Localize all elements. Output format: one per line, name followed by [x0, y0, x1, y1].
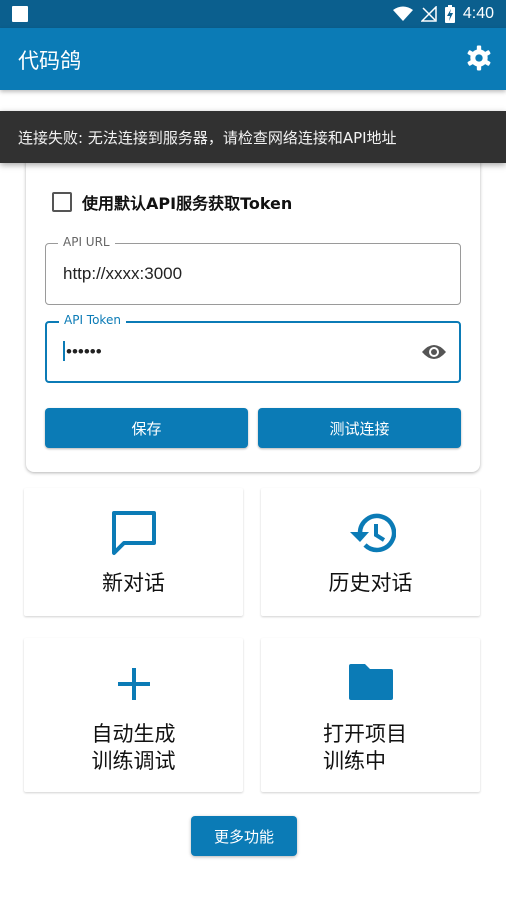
error-toast: 连接失败: 无法连接到服务器，请检查网络连接和API地址	[0, 111, 506, 163]
tile-history-chat[interactable]: 历史对话	[261, 488, 480, 616]
settings-button[interactable]	[464, 43, 494, 73]
api-token-value: ••••••	[66, 342, 102, 361]
test-connection-button[interactable]: 测试连接	[258, 408, 461, 448]
api-url-label: API URL	[58, 235, 115, 249]
history-icon	[349, 513, 396, 553]
battery-charging-icon	[444, 5, 455, 23]
tile-auto-generate-label-line1: 自动生成	[91, 722, 176, 746]
status-bar: 4:40	[0, 0, 506, 28]
eye-icon	[422, 345, 446, 359]
settings-gear-icon	[467, 45, 491, 71]
tile-open-project[interactable]: 打开项目 训练中	[261, 638, 480, 792]
status-icons: 4:40	[392, 4, 494, 24]
plus-icon	[117, 668, 150, 700]
save-button[interactable]: 保存	[45, 408, 248, 448]
app-title: 代码鸽	[18, 49, 81, 73]
toggle-visibility-button[interactable]	[421, 340, 447, 364]
tile-auto-generate[interactable]: 自动生成 训练调试	[24, 638, 243, 792]
tile-new-chat[interactable]: 新对话	[24, 488, 243, 616]
app-bar: 代码鸽	[0, 28, 506, 90]
default-api-checkbox-row[interactable]: 使用默认API服务获取Token	[52, 190, 292, 214]
default-api-checkbox[interactable]	[52, 192, 72, 212]
status-time: 4:40	[462, 5, 494, 22]
api-token-field[interactable]: API Token ••••••	[45, 313, 461, 383]
tile-auto-generate-label-line2: 训练调试	[91, 749, 176, 773]
api-url-value: http://xxxx:3000	[63, 264, 183, 283]
tile-new-chat-label: 新对话	[102, 571, 165, 595]
tile-history-chat-label: 历史对话	[328, 571, 413, 595]
tile-open-project-label-line2: 训练中	[323, 749, 386, 773]
wifi-icon	[392, 6, 413, 21]
tile-open-project-label-line1: 打开项目	[323, 722, 407, 746]
no-signal-icon	[420, 6, 437, 22]
text-caret	[63, 341, 65, 361]
api-url-field[interactable]: API URL http://xxxx:3000	[45, 235, 461, 305]
api-token-label: API Token	[59, 313, 126, 327]
default-api-checkbox-label: 使用默认API服务获取Token	[82, 194, 293, 213]
folder-icon	[348, 664, 393, 700]
api-token-value-wrap: ••••••	[63, 341, 102, 362]
chat-bubble-icon	[111, 511, 156, 555]
more-features-button[interactable]: 更多功能	[191, 816, 297, 856]
toast-message: 连接失败: 无法连接到服务器，请检查网络连接和API地址	[18, 128, 397, 147]
notification-square-icon	[12, 6, 28, 22]
